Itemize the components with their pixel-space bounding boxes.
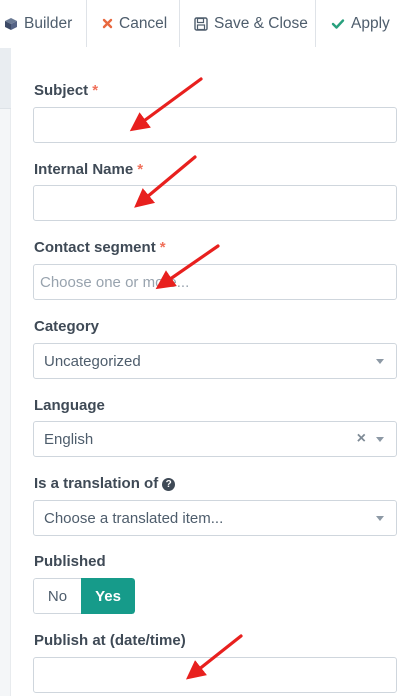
- clear-icon[interactable]: ×: [357, 430, 366, 448]
- contact-segment-label: Contact segment *: [34, 239, 166, 256]
- category-selected-value: Uncategorized: [44, 352, 141, 370]
- chevron-down-icon[interactable]: [376, 358, 384, 364]
- category-select[interactable]: Uncategorized: [33, 343, 397, 379]
- email-edit-page: Builder Cancel Save & Close Apply Subjec…: [0, 0, 404, 696]
- check-icon: [331, 18, 345, 30]
- save-close-button[interactable]: Save & Close: [180, 0, 316, 47]
- translation-of-select[interactable]: Choose a translated item...: [33, 500, 397, 536]
- subject-field[interactable]: [33, 107, 397, 143]
- chevron-down-icon[interactable]: [376, 436, 384, 442]
- internal-name-field[interactable]: [33, 185, 397, 221]
- save-close-label: Save & Close: [214, 14, 308, 32]
- publish-at-field[interactable]: [33, 657, 397, 693]
- published-toggle[interactable]: No Yes: [33, 578, 135, 614]
- language-select[interactable]: English ×: [33, 421, 397, 457]
- save-icon: [194, 16, 208, 31]
- subject-label: Subject *: [34, 82, 99, 99]
- publish-at-input[interactable]: [34, 658, 396, 692]
- cube-icon: [4, 17, 18, 31]
- language-label: Language: [34, 397, 105, 414]
- internal-name-label: Internal Name *: [34, 161, 144, 178]
- publish-at-label: Publish at (date/time): [34, 632, 186, 649]
- language-selected-value: English: [44, 430, 94, 448]
- internal-name-input[interactable]: [34, 186, 396, 220]
- left-panel-edge: [0, 48, 11, 696]
- cancel-label: Cancel: [119, 14, 168, 32]
- published-no-option[interactable]: No: [33, 578, 81, 614]
- question-circle-icon[interactable]: ?: [162, 478, 176, 491]
- left-panel-tab[interactable]: [0, 48, 11, 109]
- contact-segment-select[interactable]: [33, 264, 397, 300]
- required-marker: *: [92, 82, 99, 99]
- chevron-down-icon[interactable]: [376, 515, 384, 521]
- apply-button[interactable]: Apply: [316, 0, 404, 47]
- published-label: Published: [34, 553, 106, 570]
- toolbar: Builder Cancel Save & Close Apply: [0, 0, 404, 47]
- cancel-button[interactable]: Cancel: [87, 0, 180, 47]
- close-icon: [102, 18, 113, 29]
- required-marker: *: [137, 161, 144, 178]
- translation-of-placeholder: Choose a translated item...: [44, 509, 224, 527]
- apply-label: Apply: [351, 14, 390, 32]
- builder-label: Builder: [24, 14, 73, 32]
- translation-of-label: Is a translation of?: [34, 475, 176, 492]
- builder-button[interactable]: Builder: [0, 0, 87, 47]
- contact-segment-input[interactable]: [34, 265, 396, 299]
- subject-input[interactable]: [34, 108, 396, 142]
- published-yes-option[interactable]: Yes: [81, 578, 135, 614]
- required-marker: *: [159, 239, 166, 256]
- category-label: Category: [34, 318, 100, 335]
